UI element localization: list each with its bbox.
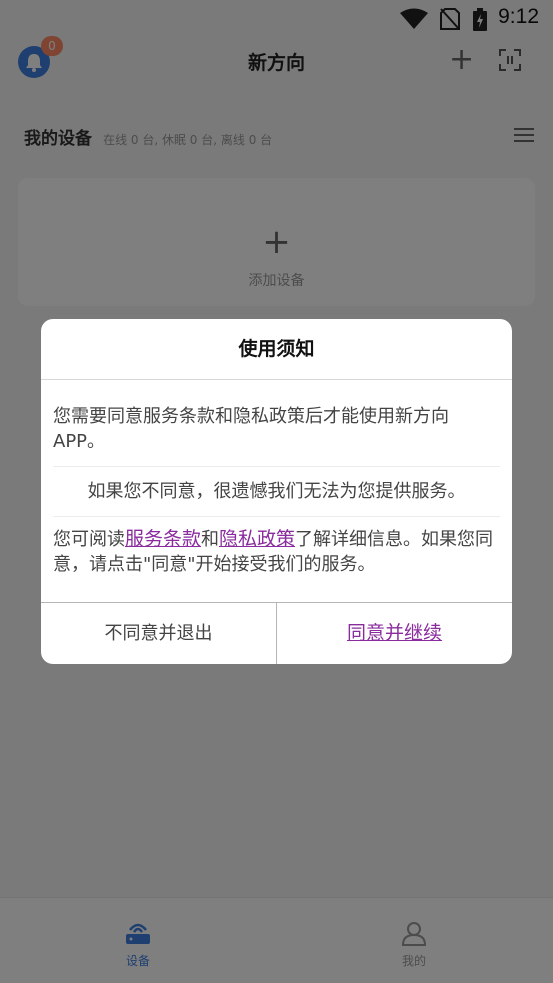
terms-link[interactable]: 服务条款 (125, 528, 201, 550)
dialog-body: 您需要同意服务条款和隐私政策后才能使用新方向APP。 如果您不同意，很遗憾我们无… (41, 380, 512, 589)
privacy-link[interactable]: 隐私政策 (219, 528, 295, 550)
terms-dialog: 使用须知 您需要同意服务条款和隐私政策后才能使用新方向APP。 如果您不同意，很… (41, 319, 512, 664)
dialog-title: 使用须知 (41, 319, 512, 380)
decline-button[interactable]: 不同意并退出 (41, 603, 277, 664)
dialog-buttons: 不同意并退出 同意并继续 (41, 602, 512, 664)
para3-and: 和 (201, 529, 220, 550)
para3-prefix: 您可阅读 (53, 529, 125, 550)
dialog-paragraph-3: 您可阅读服务条款和隐私政策了解详细信息。如果您同意，请点击"同意"开始接受我们的… (53, 517, 500, 589)
accept-button[interactable]: 同意并继续 (277, 603, 512, 664)
dialog-paragraph-2: 如果您不同意，很遗憾我们无法为您提供服务。 (53, 467, 500, 517)
dialog-paragraph-1: 您需要同意服务条款和隐私政策后才能使用新方向APP。 (53, 380, 500, 467)
